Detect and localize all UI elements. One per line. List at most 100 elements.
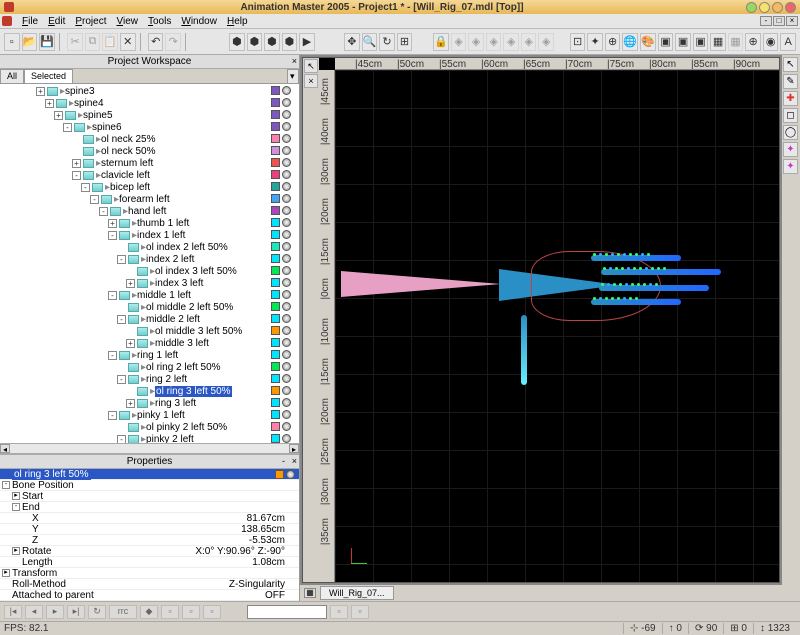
minimize-button[interactable]: [746, 2, 757, 13]
property-value[interactable]: X:0° Y:90.96° Z:-90°: [139, 546, 299, 557]
m7-button[interactable]: ◉: [763, 33, 779, 51]
visibility-icon[interactable]: [282, 422, 291, 431]
visibility-icon[interactable]: [282, 338, 291, 347]
tree-row[interactable]: ▸ ol neck 50%: [0, 145, 299, 157]
visibility-icon[interactable]: [282, 182, 291, 191]
visibility-icon[interactable]: [282, 146, 291, 155]
tab-more-button[interactable]: ▾: [287, 69, 299, 83]
tree-row[interactable]: ▸ ol neck 25%: [0, 133, 299, 145]
visibility-icon[interactable]: [282, 410, 291, 419]
menu-window[interactable]: Window: [176, 15, 222, 28]
undo-button[interactable]: ↶: [148, 33, 164, 51]
tree-row[interactable]: -▸ spine6: [0, 121, 299, 133]
expand-toggle[interactable]: +: [45, 99, 54, 108]
expand-toggle[interactable]: -: [90, 195, 99, 204]
color-swatch[interactable]: [271, 194, 280, 203]
pan-button[interactable]: ✥: [344, 33, 360, 51]
m6-button[interactable]: ⊕: [745, 33, 761, 51]
zoom-button[interactable]: 🔍: [362, 33, 378, 51]
menu-tools[interactable]: Tools: [143, 15, 176, 28]
visibility-icon[interactable]: [282, 434, 291, 443]
visibility-icon[interactable]: [282, 302, 291, 311]
pal-button[interactable]: 🎨: [640, 33, 656, 51]
paste-button[interactable]: 📋: [102, 33, 118, 51]
workspace-close-button[interactable]: ×: [292, 56, 297, 66]
tree-row[interactable]: +▸ spine5: [0, 109, 299, 121]
tree-label[interactable]: spine3: [65, 86, 94, 97]
tl-time-field[interactable]: [247, 605, 327, 619]
tree-row[interactable]: -▸ clavicle left: [0, 169, 299, 181]
color-swatch[interactable]: [271, 122, 280, 131]
property-value[interactable]: 138.65cm: [219, 524, 299, 535]
color-swatch[interactable]: [271, 230, 280, 239]
viewport-canvas[interactable]: [335, 70, 779, 582]
vp-arrow-button[interactable]: ↖: [304, 59, 318, 73]
visibility-icon[interactable]: [282, 110, 291, 119]
expand-toggle[interactable]: +: [54, 111, 63, 120]
property-row[interactable]: X81.67cm: [0, 513, 299, 524]
tl-loop-button[interactable]: ↻: [88, 605, 106, 619]
expand-toggle[interactable]: -: [117, 315, 126, 324]
visibility-icon[interactable]: [282, 374, 291, 383]
property-value[interactable]: 81.67cm: [219, 513, 299, 524]
tl-first-button[interactable]: |◂: [4, 605, 22, 619]
color-swatch[interactable]: [271, 350, 280, 359]
property-value[interactable]: 1.08cm: [219, 557, 299, 568]
tl-next-button[interactable]: ▸|: [67, 605, 85, 619]
menu-file[interactable]: File: [17, 15, 43, 28]
properties-close-button[interactable]: ×: [292, 456, 297, 466]
delete-button[interactable]: ✕: [120, 33, 136, 51]
expand-toggle[interactable]: -: [108, 351, 117, 360]
tree-label[interactable]: hand left: [128, 206, 166, 217]
tree-row[interactable]: -▸ index 1 left: [0, 229, 299, 241]
expand-toggle[interactable]: -: [63, 123, 72, 132]
visibility-icon[interactable]: [282, 194, 291, 203]
rotate-button[interactable]: ↻: [379, 33, 395, 51]
visibility-icon[interactable]: [282, 158, 291, 167]
tree-row[interactable]: ▸ ol index 3 left 50%: [0, 265, 299, 277]
color-swatch[interactable]: [271, 182, 280, 191]
bone-tree[interactable]: +▸ spine3+▸ spine4+▸ spine5-▸ spine6▸ ol…: [0, 84, 299, 443]
color-swatch[interactable]: [271, 134, 280, 143]
tree-label[interactable]: ol pinky 2 left 50%: [146, 422, 227, 433]
expand-toggle[interactable]: -: [117, 255, 126, 264]
tree-label[interactable]: ol neck 25%: [101, 134, 155, 145]
m4-button[interactable]: ▦: [710, 33, 726, 51]
tree-label[interactable]: ol middle 2 left 50%: [146, 302, 233, 313]
color-swatch[interactable]: [271, 254, 280, 263]
color-swatch[interactable]: [271, 206, 280, 215]
visibility-icon[interactable]: [282, 86, 291, 95]
color-swatch[interactable]: [271, 434, 280, 443]
expand-toggle[interactable]: +: [72, 159, 81, 168]
snap2-button[interactable]: ✦: [587, 33, 603, 51]
expand-toggle[interactable]: +: [36, 87, 45, 96]
edit-tool[interactable]: ✎: [783, 74, 798, 89]
t2-button[interactable]: ◈: [468, 33, 484, 51]
visibility-icon[interactable]: [282, 278, 291, 287]
visibility-icon[interactable]: [282, 170, 291, 179]
visibility-icon[interactable]: [282, 326, 291, 335]
tl-b1-button[interactable]: ▫: [161, 605, 179, 619]
forearm-bone[interactable]: [341, 271, 501, 297]
expand-toggle[interactable]: -: [72, 171, 81, 180]
text-button[interactable]: A: [780, 33, 796, 51]
tree-label[interactable]: middle 2 left: [146, 314, 200, 325]
menu-edit[interactable]: Edit: [43, 15, 70, 28]
globe-button[interactable]: 🌐: [622, 33, 638, 51]
tab-all[interactable]: All: [0, 69, 24, 83]
visibility-icon[interactable]: [282, 266, 291, 275]
color-swatch[interactable]: [271, 302, 280, 311]
viewport[interactable]: |45cm|50cm|55cm|60cm|65cm|70cm|75cm|80cm…: [319, 58, 779, 582]
tree-row[interactable]: -▸ pinky 2 left: [0, 433, 299, 443]
visibility-icon[interactable]: [282, 290, 291, 299]
color-swatch[interactable]: [271, 386, 280, 395]
menu-view[interactable]: View: [111, 15, 143, 28]
property-row[interactable]: ▸RotateX:0° Y:90.96° Z:-90°: [0, 546, 299, 557]
tool-b-button[interactable]: ⬢: [247, 33, 263, 51]
visibility-icon[interactable]: [282, 314, 291, 323]
select-tool[interactable]: ↖: [783, 57, 798, 72]
tree-row[interactable]: -▸ hand left: [0, 205, 299, 217]
visibility-icon[interactable]: [282, 218, 291, 227]
t1-button[interactable]: ◈: [451, 33, 467, 51]
tool-d-button[interactable]: ⬢: [282, 33, 298, 51]
